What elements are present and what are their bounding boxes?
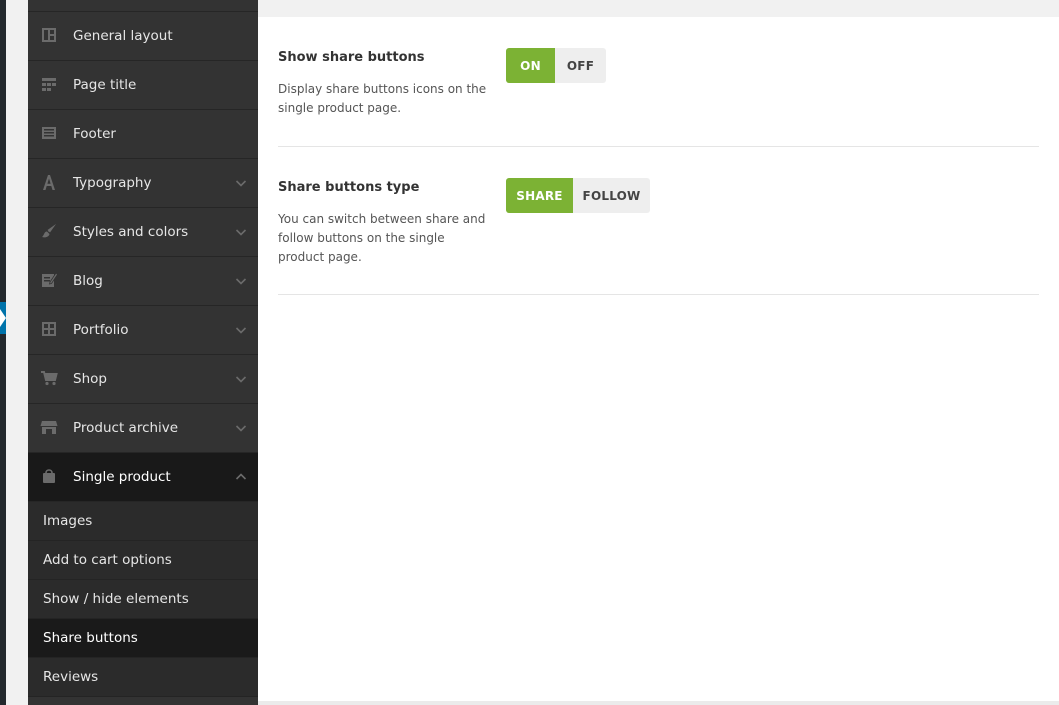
sidebar-item-typography[interactable]: Typography: [28, 159, 258, 208]
sidebar-item-label: General layout: [73, 28, 173, 44]
bag-icon: [40, 467, 58, 485]
sidebar-subitem-label: Show / hide elements: [43, 591, 189, 607]
setting-share-buttons-type: Share buttons type You can switch betwee…: [278, 147, 1039, 295]
sidebar-item-label: Shop: [73, 371, 107, 387]
sidebar-subitem-add-to-cart-options[interactable]: Add to cart options: [28, 541, 258, 580]
store-icon: [40, 418, 58, 436]
sidebar-item-label: Portfolio: [73, 322, 129, 338]
brush-icon: [40, 222, 58, 240]
sidebar-top-divider: [28, 0, 258, 12]
sidebar-item-label: Footer: [73, 126, 116, 142]
sidebar-item-label: Styles and colors: [73, 224, 189, 240]
setting-show-share-buttons: Show share buttons Display share buttons…: [278, 17, 1039, 147]
sidebar-item-label: Single product: [73, 469, 171, 485]
sidebar-item-label: Typography: [73, 175, 152, 191]
off-button[interactable]: OFF: [555, 48, 606, 83]
panel-gap: [6, 0, 28, 705]
sidebar-item-footer[interactable]: Footer: [28, 110, 258, 159]
sidebar-subitem-show-hide-elements[interactable]: Show / hide elements: [28, 580, 258, 619]
cart-icon: [40, 369, 58, 387]
sidebar-item-blog[interactable]: Blog: [28, 257, 258, 306]
setting-description: You can switch between share and follow …: [278, 212, 486, 264]
sidebar-subitem-share-buttons[interactable]: Share buttons: [28, 619, 258, 658]
sidebar-item-styles-colors[interactable]: Styles and colors: [28, 208, 258, 257]
chevron-down-icon[interactable]: [235, 422, 247, 434]
chevron-down-icon[interactable]: [235, 324, 247, 336]
grid-icon: [40, 75, 58, 93]
sidebar-item-portfolio[interactable]: Portfolio: [28, 306, 258, 355]
show-share-toggle: ON OFF: [506, 48, 606, 83]
sidebar-item-general-layout[interactable]: General layout: [28, 12, 258, 61]
layout-icon: [40, 26, 58, 44]
sidebar-subitem-images[interactable]: Images: [28, 502, 258, 541]
sidebar-item-label: Blog: [73, 273, 103, 289]
sidebar-subitem-label: Share buttons: [43, 630, 138, 646]
share-type-toggle: SHARE FOLLOW: [506, 178, 650, 213]
chevron-down-icon[interactable]: [235, 226, 247, 238]
sidebar-item-label: Page title: [73, 77, 137, 93]
portfolio-icon: [40, 320, 58, 338]
edit-icon: [40, 271, 58, 289]
sidebar-item-single-product[interactable]: Single product: [28, 453, 258, 502]
chevron-up-icon[interactable]: [235, 471, 247, 483]
sidebar-item-label: Product archive: [73, 420, 179, 436]
settings-panel: Show share buttons Display share buttons…: [258, 17, 1059, 701]
font-icon: [40, 173, 58, 191]
options-sidebar: General layout Page title Footer Typogra…: [28, 0, 258, 705]
setting-description: Display share buttons icons on the singl…: [278, 82, 487, 115]
panel-bottom-border: [258, 701, 1059, 705]
setting-title: Share buttons type: [278, 180, 420, 195]
chevron-down-icon[interactable]: [235, 177, 247, 189]
chevron-down-icon[interactable]: [235, 275, 247, 287]
on-button[interactable]: ON: [506, 48, 555, 83]
chevron-down-icon[interactable]: [235, 373, 247, 385]
sidebar-item-page-title[interactable]: Page title: [28, 61, 258, 110]
sidebar-item-shop[interactable]: Shop: [28, 355, 258, 404]
sidebar-subitem-label: Reviews: [43, 669, 99, 685]
sidebar-subitem-label: Images: [43, 513, 93, 529]
setting-title: Show share buttons: [278, 50, 425, 65]
follow-button[interactable]: FOLLOW: [573, 178, 650, 213]
share-button[interactable]: SHARE: [506, 178, 573, 213]
footer-icon: [40, 124, 58, 142]
sidebar-subitem-reviews[interactable]: Reviews: [28, 658, 258, 697]
sidebar-subitem-label: Add to cart options: [43, 552, 172, 568]
sidebar-item-product-archive[interactable]: Product archive: [28, 404, 258, 453]
